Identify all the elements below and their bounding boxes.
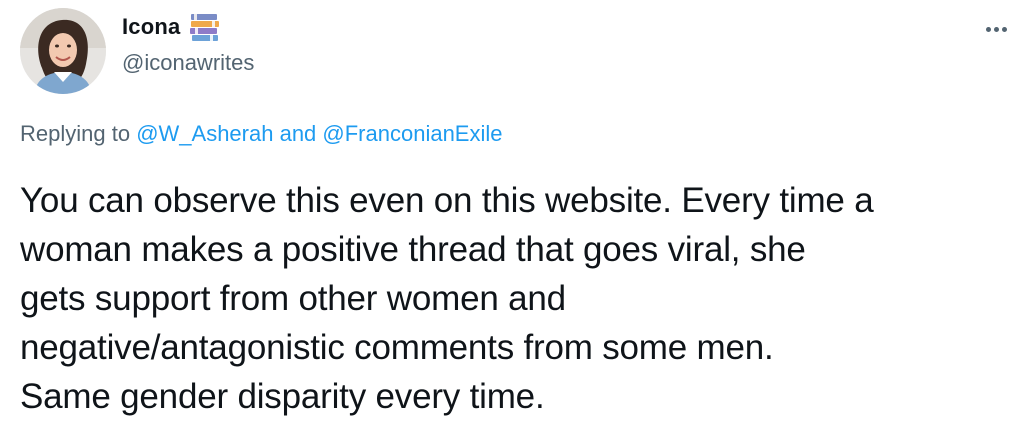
avatar-photo-icon	[20, 8, 106, 94]
tweet-text-line: You can observe this even on this websit…	[20, 181, 874, 220]
mention-link[interactable]: @W_Asherah	[136, 121, 273, 146]
replying-to-label: Replying to	[20, 121, 137, 146]
tweet-text-line: negative/antagonistic comments from some…	[20, 328, 774, 367]
tweet-text-line: Same gender disparity every time.	[20, 377, 545, 416]
author-avatar[interactable]	[20, 8, 106, 94]
tweet-text: You can observe this even on this websit…	[20, 176, 1020, 421]
author-display-name[interactable]: Icona	[122, 14, 180, 40]
replying-to-line: Replying to @W_Asherah and @FranconianEx…	[20, 121, 503, 147]
mention-link[interactable]: @FranconianExile	[322, 121, 502, 146]
tweet-text-line: woman makes a positive thread that goes …	[20, 230, 806, 269]
author-handle[interactable]: @iconawrites	[122, 50, 254, 76]
tweet-text-line: gets support from other women and	[20, 279, 566, 318]
more-options-icon	[985, 26, 991, 32]
books-emoji-icon	[188, 10, 222, 44]
more-options-button[interactable]	[976, 14, 1016, 44]
mention-joiner[interactable]: and	[273, 121, 322, 146]
tweet-card: Icona @iconawrites Replying to @W_Ashera…	[0, 0, 1024, 436]
